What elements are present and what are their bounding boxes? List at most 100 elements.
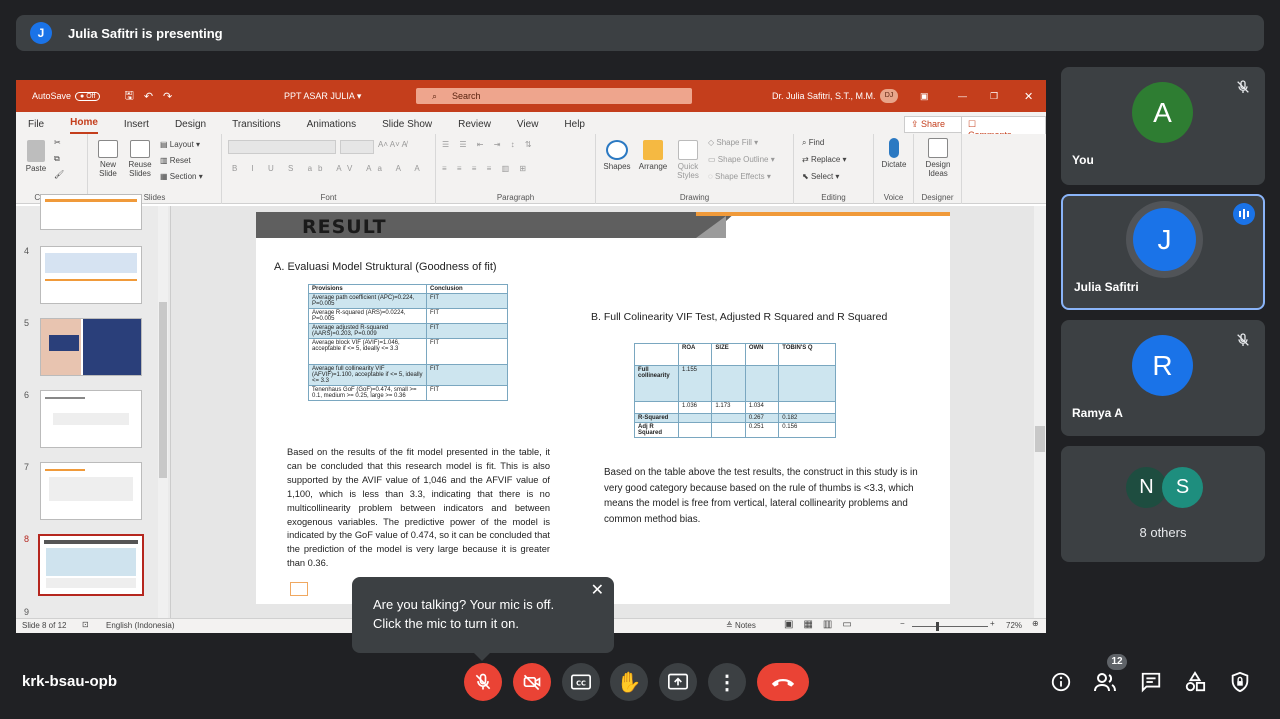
tab-slide-show[interactable]: Slide Show (382, 119, 432, 134)
table-cell: FIT (426, 323, 508, 339)
slide-thumbnail[interactable] (40, 194, 142, 230)
leave-call-button[interactable] (757, 663, 809, 701)
tab-help[interactable]: Help (564, 119, 585, 134)
thumbnail-scrollbar[interactable] (158, 206, 168, 618)
present-button[interactable] (659, 663, 697, 701)
slide-thumbnail[interactable] (40, 462, 142, 520)
people-button[interactable]: 12 (1093, 654, 1127, 694)
host-controls-button[interactable] (1228, 670, 1252, 694)
participant-tile-julia[interactable]: J Julia Safitri (1061, 194, 1265, 310)
ppt-workspace: 4 5 6 7 8 9 RESULT A. Evaluasi Model Str… (16, 194, 1046, 618)
font-format-icons[interactable]: B I U S ab AV Aa A A (232, 164, 426, 173)
font-size-dropdown[interactable] (340, 140, 374, 154)
meeting-details-button[interactable] (1049, 670, 1073, 694)
table-cell (677, 413, 713, 423)
table-cell (744, 365, 780, 402)
tab-home[interactable]: Home (70, 117, 98, 134)
undo-icon[interactable]: ↶ (144, 90, 153, 103)
participant-tile-others[interactable]: N S 8 others (1061, 446, 1265, 562)
dictate-button[interactable]: Dictate (878, 138, 910, 169)
paste-button[interactable]: Paste (24, 140, 48, 173)
close-icon[interactable]: ✕ (1024, 90, 1033, 103)
ribbon-display-icon[interactable]: ▣ (920, 91, 929, 102)
ribbon-tabs: File Home Insert Design Transitions Anim… (16, 112, 1046, 143)
end-call-icon (771, 678, 795, 687)
slide-canvas[interactable]: RESULT A. Evaluasi Model Struktural (Goo… (256, 212, 950, 604)
language-label[interactable]: English (Indonesia) (106, 621, 174, 630)
table-cell: 1.034 (744, 401, 780, 414)
format-painter-icon[interactable]: 🖌 (54, 170, 64, 179)
shape-effects-button[interactable]: ◌ Shape Effects ▾ (708, 172, 771, 181)
shape-fill-button[interactable]: ◇ Shape Fill ▾ (708, 138, 758, 147)
table-cell (778, 401, 836, 414)
chat-button[interactable] (1139, 670, 1163, 694)
layout-button[interactable]: ▤ Layout ▾ (160, 140, 200, 149)
slide-number: 9 (24, 607, 30, 617)
section-button[interactable]: ▦ Section ▾ (160, 172, 203, 181)
font-size-grow-icon[interactable]: A˄ A˅ A̸ (378, 140, 407, 149)
zoom-level[interactable]: 72% (1006, 621, 1022, 630)
slide-thumbnail[interactable] (40, 390, 142, 448)
mic-toggle-button[interactable] (464, 663, 502, 701)
fit-slide-icon[interactable]: ⊕ (1032, 619, 1039, 628)
tab-transitions[interactable]: Transitions (232, 119, 281, 134)
align-icons[interactable]: ≡ ≡ ≡ ≡ ▥ ⊞ (442, 164, 530, 173)
minimize-icon[interactable]: — (958, 91, 967, 101)
arrange-button[interactable]: Arrange (636, 140, 670, 171)
redo-icon[interactable]: ↷ (163, 90, 172, 103)
raise-hand-button[interactable]: ✋ (610, 663, 648, 701)
tab-file[interactable]: File (28, 119, 44, 134)
accessibility-icon[interactable]: ⊡ (82, 620, 89, 629)
zoom-out-icon[interactable]: − (900, 619, 905, 628)
zoom-in-icon[interactable]: + (990, 619, 995, 628)
activities-button[interactable] (1183, 670, 1207, 694)
more-options-button[interactable]: ⋮ (708, 663, 746, 701)
presenting-banner: J Julia Safitri is presenting (16, 15, 1264, 51)
reset-button[interactable]: ▥ Reset (160, 156, 191, 165)
camera-toggle-button[interactable] (513, 663, 551, 701)
table-cell: FIT (426, 338, 508, 365)
user-initials[interactable]: DJ (880, 89, 898, 103)
copy-icon[interactable]: ⧉ (54, 154, 60, 164)
shape-outline-button[interactable]: ▭ Shape Outline ▾ (708, 155, 775, 164)
table-cell (711, 413, 746, 423)
tab-review[interactable]: Review (458, 119, 491, 134)
tab-design[interactable]: Design (175, 119, 206, 134)
select-button[interactable]: ⬉ Select ▾ (802, 172, 839, 181)
participant-tile-you[interactable]: A You (1061, 67, 1265, 185)
slide-number: 8 (24, 534, 30, 544)
tooltip-line: Are you talking? Your mic is off. (373, 597, 555, 612)
tab-insert[interactable]: Insert (124, 119, 149, 134)
table-cell: 1.155 (677, 365, 713, 402)
notes-button[interactable]: ≜ Notes (726, 621, 756, 630)
list-icons[interactable]: ☰ ☰ ⇤ ⇥ ↕ ⇅ (442, 140, 536, 149)
close-icon[interactable]: ✕ (591, 581, 604, 600)
tab-animations[interactable]: Animations (307, 119, 356, 134)
design-ideas-button[interactable]: Design Ideas (920, 138, 956, 178)
zoom-slider[interactable] (912, 622, 988, 631)
group-label-font: Font (320, 193, 337, 202)
slide-scrollbar[interactable] (1034, 206, 1046, 618)
reuse-slides-button[interactable]: Reuse Slides (126, 140, 154, 178)
cut-icon[interactable]: ✂ (54, 138, 61, 147)
slide-thumbnail[interactable] (40, 318, 142, 376)
font-name-dropdown[interactable] (228, 140, 336, 154)
participant-tile-ramya[interactable]: R Ramya A (1061, 320, 1265, 436)
replace-button[interactable]: ⇄ Replace ▾ (802, 155, 847, 164)
captions-button[interactable]: CC (562, 663, 600, 701)
view-buttons[interactable]: ▣▦▥▭ (784, 619, 862, 630)
slide-number: 4 (24, 246, 30, 256)
new-slide-button[interactable]: New Slide (94, 140, 122, 178)
search-box[interactable]: ⌕ Search (416, 88, 692, 104)
quick-styles-button[interactable]: Quick Styles (672, 140, 704, 180)
restore-icon[interactable]: ❐ (990, 91, 998, 102)
save-icon[interactable]: 🖫 (124, 87, 133, 106)
tab-view[interactable]: View (517, 119, 539, 134)
table-cell: FIT (426, 308, 508, 324)
slide-thumbnail[interactable] (40, 246, 142, 304)
shapes-button[interactable]: Shapes (600, 140, 634, 171)
search-icon: ⌕ (432, 91, 438, 101)
slide-thumbnail-selected[interactable] (38, 534, 144, 596)
autosave-toggle[interactable]: ● Off (75, 91, 101, 101)
find-button[interactable]: ⌕ Find (802, 138, 824, 148)
